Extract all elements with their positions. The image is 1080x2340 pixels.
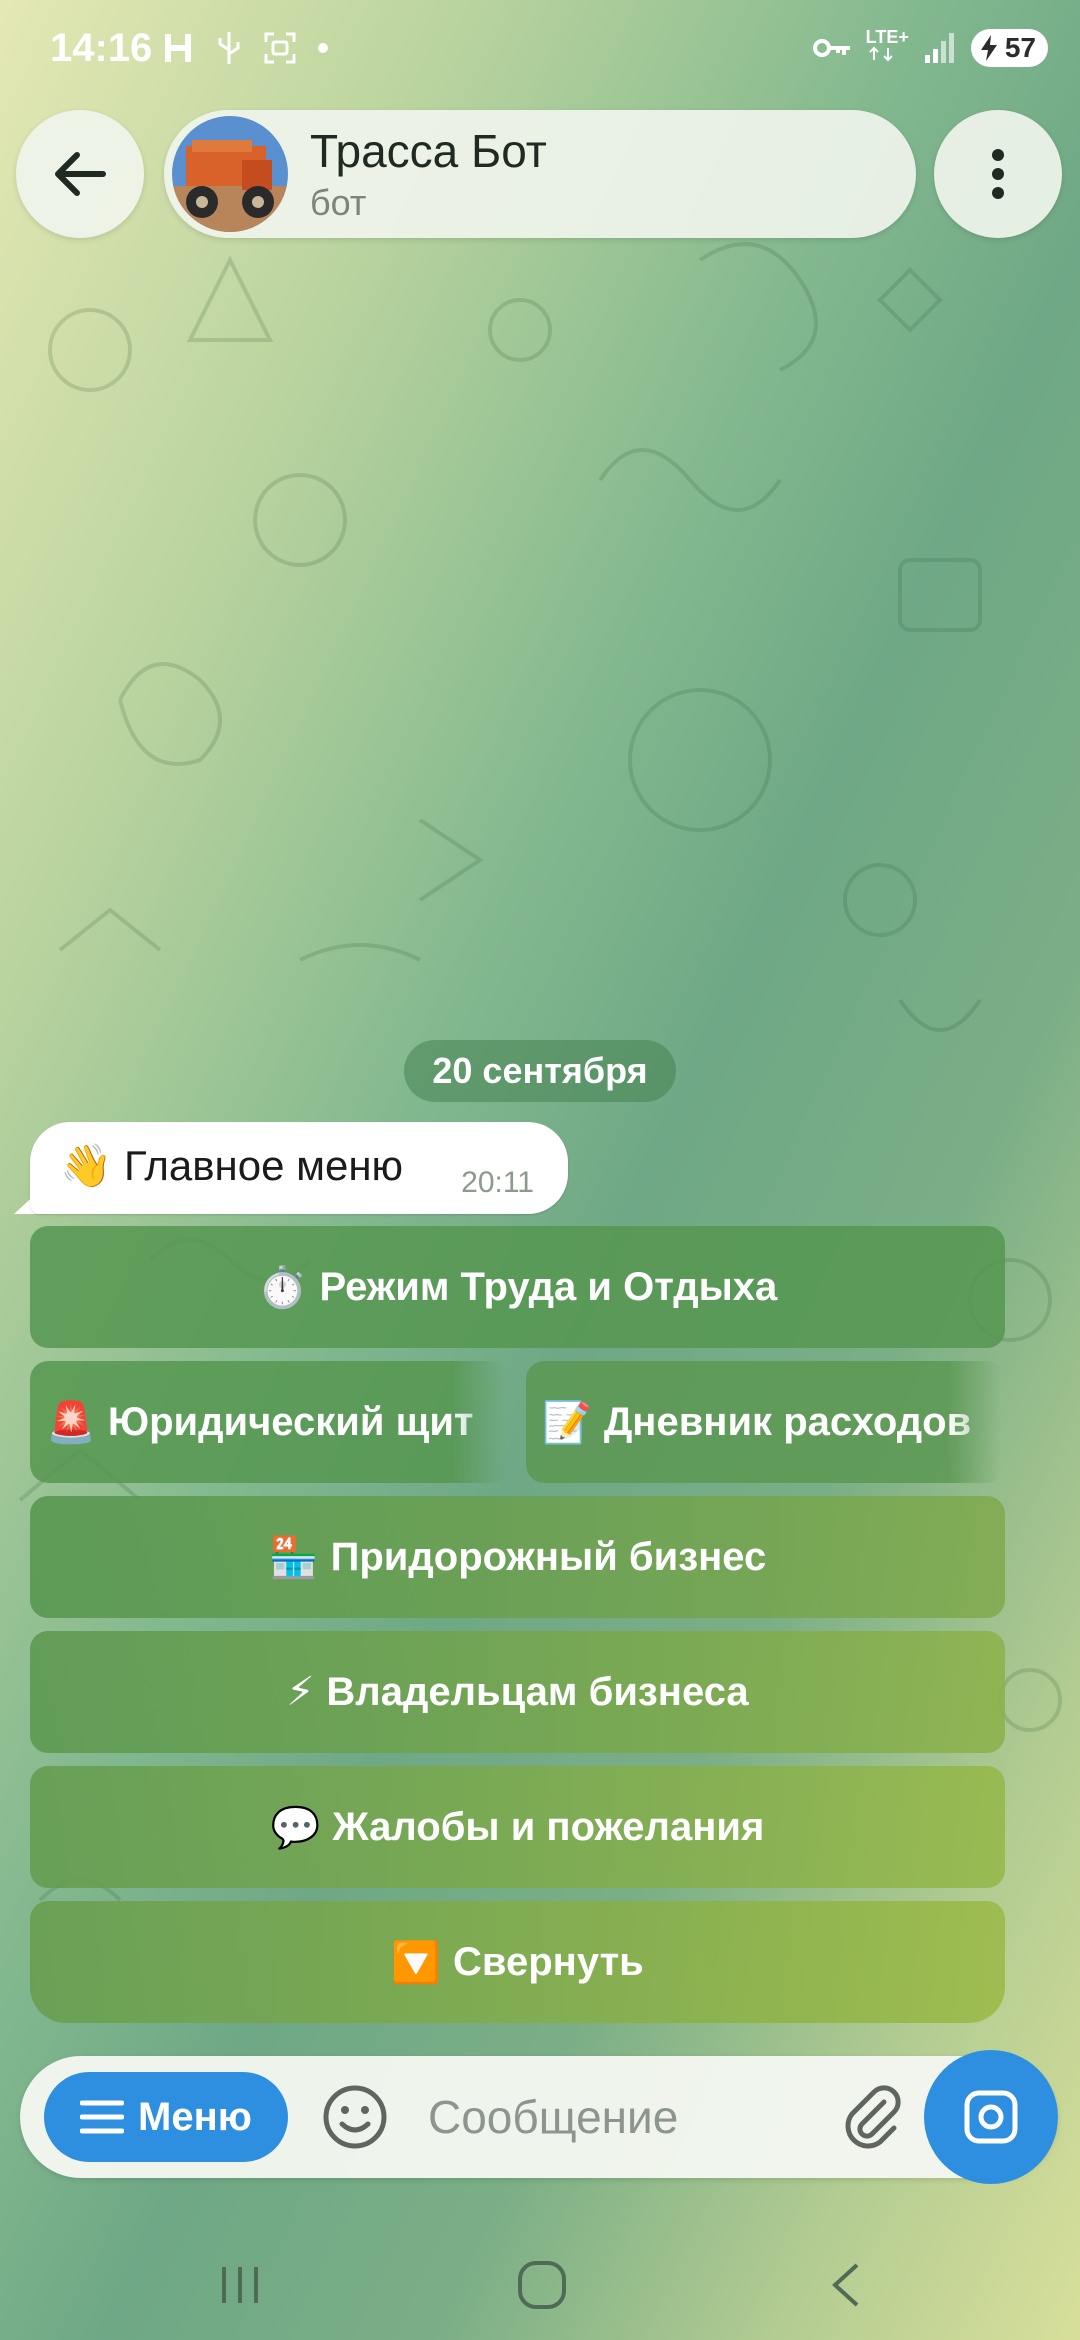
status-notification-icons [160, 30, 330, 66]
chat-header[interactable]: Трасса Бот бот [164, 110, 916, 238]
keyboard-button-legal-shield[interactable]: 🚨 Юридический щит [30, 1361, 510, 1483]
network-type-label: LTE+ [865, 27, 909, 47]
keyboard-button-label: Свернуть [453, 1939, 644, 1984]
message-body: Главное меню [123, 1142, 404, 1189]
message-input[interactable] [428, 2082, 828, 2152]
arrow-left-icon [55, 152, 106, 196]
keyboard-button-business-owners[interactable]: ⚡ Владельцам бизнеса [30, 1631, 1005, 1753]
keyboard-button-label: Владельцам бизнеса [326, 1669, 749, 1714]
system-navigation-bar [0, 2220, 1080, 2340]
bot-menu-button[interactable]: Меню [44, 2072, 288, 2162]
vpn-key-icon [812, 38, 850, 57]
battery-indicator: 57 [970, 28, 1048, 67]
home-button[interactable] [502, 2250, 582, 2320]
usb-icon [218, 32, 240, 64]
menu-button-label: Меню [138, 2094, 252, 2139]
vertical-dots-icon [992, 149, 1004, 199]
data-arrows-icon [868, 46, 893, 62]
message-bubble[interactable]: 👋 Главное меню 20:11 [30, 1122, 568, 1214]
stopwatch-icon: ⏱️ [257, 1265, 308, 1310]
status-bar: 14:16 LTE+ 57 [0, 0, 1080, 100]
home-icon [518, 2261, 566, 2309]
status-time: 14:16 [50, 26, 153, 70]
dot-icon [318, 43, 328, 53]
network-type-indicator: LTE+ [866, 28, 909, 67]
keyboard-button-label: Юридический щит [107, 1399, 474, 1444]
date-separator: 20 сентября [404, 1040, 676, 1102]
chat-subtitle: бот [310, 182, 367, 223]
camera-button[interactable] [924, 2050, 1058, 2184]
back-button[interactable] [16, 110, 144, 238]
keyboard-button-expense-diary[interactable]: 📝 Дневник расходов [526, 1361, 1005, 1483]
chevron-left-icon [832, 2263, 859, 2307]
signal-icon [924, 32, 954, 63]
keyboard-button-label: Жалобы и пожелания [332, 1804, 765, 1849]
h-notification-icon [165, 34, 191, 62]
smiley-icon[interactable] [322, 2084, 388, 2150]
message-emoji: 👋 [60, 1142, 113, 1189]
memo-icon: 📝 [542, 1400, 592, 1445]
avatar-truck-image [172, 116, 288, 232]
keyboard-button-roadside-business[interactable]: 🏪 Придорожный бизнес [30, 1496, 1005, 1618]
paperclip-icon[interactable] [836, 2080, 908, 2152]
keyboard-button-label: Режим Труда и Отдыха [319, 1264, 778, 1309]
recent-apps-icon [222, 2267, 258, 2303]
message-input-bar: Меню [20, 2056, 1058, 2178]
siren-icon: 🚨 [46, 1400, 96, 1445]
back-nav-button[interactable] [806, 2250, 886, 2320]
bot-avatar[interactable] [172, 116, 288, 232]
more-options-button[interactable] [934, 110, 1062, 238]
down-button-icon: 🔽 [391, 1940, 442, 1985]
keyboard-button-label: Придорожный бизнес [330, 1534, 767, 1579]
keyboard-button-complaints[interactable]: 💬 Жалобы и пожелания [30, 1766, 1005, 1888]
recent-apps-button[interactable] [200, 2250, 280, 2320]
speech-bubble-icon: 💬 [270, 1805, 321, 1850]
lightning-icon: ⚡ [286, 1670, 315, 1714]
keyboard-button-label: Дневник расходов [603, 1399, 972, 1444]
camera-icon [964, 2090, 1018, 2144]
chat-title: Трасса Бот [310, 125, 547, 177]
message-text: 👋 Главное меню [60, 1142, 403, 1191]
status-system-icons: LTE+ 57 [812, 28, 1048, 67]
keyboard-button-collapse[interactable]: 🔽 Свернуть [30, 1901, 1005, 2023]
message-time: 20:11 [461, 1166, 534, 1199]
battery-level: 57 [1004, 31, 1036, 63]
hamburger-icon [80, 2100, 125, 2134]
keyboard-button-rest-mode[interactable]: ⏱️ Режим Труда и Отдыха [30, 1226, 1005, 1348]
screenshot-icon [264, 32, 296, 64]
charging-bolt-icon [980, 34, 997, 61]
convenience-store-icon: 🏪 [268, 1535, 319, 1580]
